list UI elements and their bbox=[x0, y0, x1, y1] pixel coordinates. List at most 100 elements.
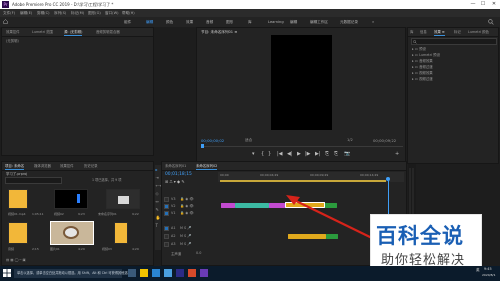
project-search-input[interactable] bbox=[5, 177, 62, 184]
extract-icon[interactable]: ⎘ bbox=[334, 151, 338, 157]
export-frame-icon[interactable]: 📷 bbox=[344, 151, 350, 157]
tab-effects[interactable]: 效果 ≡ bbox=[434, 29, 445, 36]
video-clip[interactable] bbox=[221, 203, 235, 208]
menu-marker[interactable]: 标记(M) bbox=[71, 10, 84, 16]
track-controls-icon[interactable]: M S 🎤 bbox=[180, 242, 191, 246]
track-label-v2[interactable]: V2 bbox=[171, 204, 175, 208]
tab-lumetri-scopes[interactable]: Lumetri 范围 bbox=[32, 29, 53, 35]
track-controls-icon[interactable]: 🔒 ◉ 👁 bbox=[180, 211, 194, 215]
workspace-assembly[interactable]: 组件 bbox=[124, 19, 131, 25]
clip-thumbnail[interactable] bbox=[114, 222, 128, 244]
minimize-button[interactable]: — bbox=[468, 1, 478, 8]
selection-tool-icon[interactable]: ▸ bbox=[156, 167, 158, 172]
tab-info[interactable]: 信息 bbox=[420, 29, 427, 35]
tab-lumetri-color[interactable]: Lumetri 颜色 bbox=[468, 29, 489, 35]
track-target-a3[interactable] bbox=[164, 242, 169, 247]
type-tool-icon[interactable]: T bbox=[156, 223, 158, 228]
timeline-tool-icons[interactable]: ⊞ ⎍ ▾ ◆ ✎ bbox=[165, 179, 185, 184]
hand-tool-icon[interactable]: ✋ bbox=[156, 215, 161, 220]
menu-window[interactable]: 窗口(W) bbox=[105, 10, 119, 16]
playhead-timecode[interactable]: 00;00;00;02 bbox=[201, 138, 224, 143]
track-select-tool-icon[interactable]: ⇥ bbox=[156, 175, 159, 180]
track-controls-icon[interactable]: 🔒 ◉ 👁 bbox=[180, 204, 194, 208]
tab-project[interactable]: 项目: 未命名 bbox=[5, 163, 25, 170]
search-icon[interactable] bbox=[488, 19, 494, 25]
monitor-scrubber[interactable] bbox=[201, 146, 403, 147]
workspace-metadata[interactable]: 元数据记录 bbox=[340, 19, 358, 25]
tab-libraries[interactable]: 库 bbox=[410, 29, 413, 35]
lift-icon[interactable]: ⎘ bbox=[325, 151, 329, 157]
play-icon[interactable]: ▶ bbox=[297, 151, 301, 157]
workspace-graphics[interactable]: 图形 bbox=[226, 19, 233, 25]
workspace-more[interactable]: » bbox=[372, 19, 374, 25]
tab-sequence-02[interactable]: 未命名序列02 bbox=[196, 163, 218, 170]
slip-tool-icon[interactable]: ↔ bbox=[156, 199, 159, 204]
workspace-editing[interactable]: 编辑 bbox=[146, 19, 153, 25]
monitor-playhead[interactable] bbox=[201, 144, 204, 148]
menu-help[interactable]: 帮助(H) bbox=[122, 10, 135, 16]
track-controls-icon[interactable]: M S 🎤 bbox=[180, 234, 191, 238]
tab-effect-controls-2[interactable]: 效果控件 bbox=[60, 163, 74, 169]
taskbar-app-icon[interactable] bbox=[188, 269, 196, 277]
home-icon[interactable] bbox=[3, 19, 8, 24]
maximize-button[interactable]: ☐ bbox=[478, 1, 488, 8]
workspace-learning[interactable]: Learning bbox=[268, 19, 284, 25]
track-target-a1[interactable] bbox=[164, 226, 169, 231]
taskbar-app-icon[interactable] bbox=[128, 269, 136, 277]
tab-sequence-01[interactable]: 未命名序列01 bbox=[165, 163, 186, 169]
track-label-v1[interactable]: V1 bbox=[171, 211, 175, 215]
close-button[interactable]: ✕ bbox=[489, 1, 499, 8]
taskbar-language[interactable]: 英 bbox=[476, 268, 480, 273]
menu-graphics[interactable]: 图形(G) bbox=[88, 10, 101, 16]
tab-source[interactable]: 源: (无剪辑) bbox=[64, 29, 83, 36]
workspace-libraries[interactable]: 库 bbox=[248, 19, 252, 25]
workspace-color[interactable]: 颜色 bbox=[166, 19, 173, 25]
work-area-bar[interactable] bbox=[220, 180, 386, 182]
pen-tool-icon[interactable]: ✎ bbox=[156, 207, 159, 212]
taskbar-app-icon[interactable] bbox=[152, 269, 160, 277]
taskbar-clock[interactable]: 9:45 bbox=[484, 267, 492, 271]
clip-thumbnail-selected[interactable] bbox=[50, 221, 94, 245]
go-to-out-icon[interactable]: ▶| bbox=[315, 151, 321, 157]
track-controls-icon[interactable]: M S 🎤 bbox=[180, 226, 191, 230]
button-editor-icon[interactable]: + bbox=[395, 151, 399, 157]
step-forward-icon[interactable]: |▶ bbox=[305, 151, 311, 157]
clip-thumbnail[interactable] bbox=[8, 222, 28, 244]
taskbar-premiere-icon[interactable] bbox=[176, 269, 184, 277]
track-target-v1[interactable] bbox=[164, 211, 169, 216]
menu-file[interactable]: 文件(F) bbox=[3, 10, 15, 16]
mark-in-icon[interactable]: { bbox=[261, 151, 264, 157]
workspace-edit-area[interactable]: 编辑工作区 bbox=[310, 19, 328, 25]
track-label-a1[interactable]: A1 bbox=[171, 226, 175, 230]
track-label-v3[interactable]: V3 bbox=[171, 197, 175, 201]
new-item-icon[interactable]: ▤ ▦ ◯ ─ ▣ bbox=[6, 258, 26, 262]
tab-history[interactable]: 历史记录 bbox=[84, 163, 98, 169]
taskbar-search-input[interactable]: 单击以选择，或单击空白处并拖动以框选。用 Shift、Alt 和 Ctrl 可获… bbox=[14, 269, 134, 278]
menu-edit[interactable]: 编辑(E) bbox=[20, 10, 32, 16]
clip-thumbnail[interactable] bbox=[106, 189, 140, 209]
tab-media-browser[interactable]: 媒体浏览器 bbox=[34, 163, 51, 169]
track-label-a3[interactable]: A3 bbox=[171, 242, 175, 246]
workspace-effects[interactable]: 效果 bbox=[186, 19, 193, 25]
step-back-icon[interactable]: ◀| bbox=[287, 151, 293, 157]
resolution-select[interactable]: 1/2 bbox=[347, 138, 353, 142]
mark-out-icon[interactable]: } bbox=[268, 151, 271, 157]
taskbar-app-icon[interactable] bbox=[140, 269, 148, 277]
tab-audio-clip-mixer[interactable]: 音频剪辑混合器 bbox=[96, 29, 120, 35]
master-volume-value[interactable]: 0.0 bbox=[196, 251, 201, 255]
track-controls-icon[interactable]: 🔒 ◉ 👁 bbox=[180, 197, 194, 201]
windows-start-icon[interactable] bbox=[3, 269, 11, 277]
tab-effect-controls[interactable]: 效果控件 bbox=[6, 29, 20, 35]
tab-markers[interactable]: 标记 bbox=[454, 29, 461, 35]
effects-folder-video-transitions[interactable]: ▸ ▭ 视频过渡 bbox=[412, 76, 496, 82]
timeline-timecode[interactable]: 00;01;18;15 bbox=[165, 172, 192, 177]
menu-sequence[interactable]: 序列(S) bbox=[54, 10, 66, 16]
go-to-in-icon[interactable]: |◀ bbox=[277, 151, 283, 157]
clip-thumbnail[interactable] bbox=[54, 189, 88, 209]
video-clip[interactable] bbox=[235, 203, 269, 208]
workspace-editing-2[interactable]: 编辑 bbox=[290, 19, 297, 25]
zoom-select[interactable]: 适合 bbox=[245, 138, 252, 143]
menu-clip[interactable]: 剪辑(C) bbox=[37, 10, 50, 16]
track-label-a2[interactable]: A2 bbox=[171, 234, 175, 238]
razor-tool-icon[interactable]: ◇ bbox=[156, 191, 159, 196]
